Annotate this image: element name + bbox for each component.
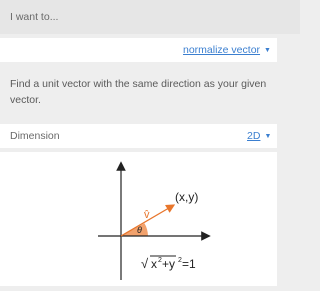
operation-dropdown[interactable]: normalize vector ▼	[183, 44, 271, 56]
operation-dropdown-label: normalize vector	[183, 44, 261, 56]
dimension-row: Dimension 2D ▼	[0, 124, 277, 148]
unit-circle-equation: √ x 2 +y 2 =1	[141, 255, 196, 271]
angle-label: θ	[137, 225, 142, 235]
dimension-dropdown[interactable]: 2D ▼	[247, 130, 271, 142]
dimension-label: Dimension	[10, 130, 60, 142]
unit-vector-diagram: (x,y) v̂ θ √ x 2 +y 2 =1	[98, 161, 211, 280]
diagram-panel: (x,y) v̂ θ √ x 2 +y 2 =1	[0, 152, 277, 286]
header-prompt: I want to...	[10, 11, 59, 23]
vector-label: v̂	[144, 209, 150, 221]
equation-rhs: =1	[182, 257, 196, 271]
equation-plus-y: +y	[162, 257, 175, 271]
equation-sqrt: √	[141, 256, 149, 271]
point-label: (x,y)	[175, 190, 198, 204]
chevron-down-icon: ▼	[264, 47, 271, 54]
equation-x: x	[151, 257, 157, 271]
header-bar: I want to...	[0, 0, 300, 34]
operation-row: normalize vector ▼	[0, 38, 277, 62]
dimension-dropdown-label: 2D	[247, 130, 261, 142]
operation-description: Find a unit vector with the same directi…	[10, 78, 267, 106]
chevron-down-icon: ▼	[264, 133, 272, 140]
